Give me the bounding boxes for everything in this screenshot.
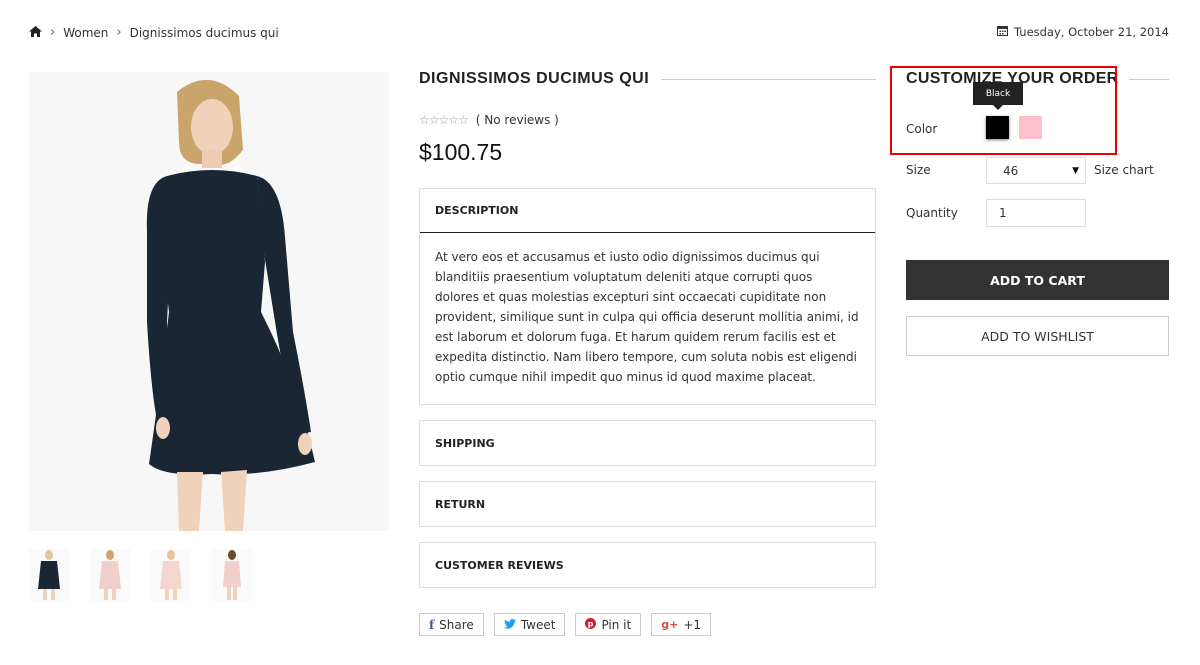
product-title: DIGNISSIMOS DUCIMUS QUI (419, 70, 650, 87)
thumbnail-pink-dress[interactable] (151, 549, 191, 601)
pinterest-icon: p (585, 617, 597, 632)
pin-button[interactable]: p Pin it (575, 613, 642, 636)
color-label: Color (906, 122, 938, 136)
home-icon[interactable] (29, 25, 42, 40)
share-label: Share (439, 617, 474, 632)
thumbnail-pink-side[interactable] (212, 549, 252, 601)
return-tab[interactable]: RETURN (420, 482, 875, 526)
thumbnail-black-dress[interactable] (29, 549, 69, 601)
customize-header: CUSTOMIZE YOUR ORDER (906, 70, 1169, 88)
description-text: At vero eos et accusamus et iusto odio d… (435, 250, 859, 384)
google-plus-button[interactable]: g+ +1 (651, 613, 712, 636)
description-panel: DESCRIPTION At vero eos et accusamus et … (419, 188, 876, 405)
quantity-label: Quantity (906, 206, 958, 220)
calendar-icon (997, 25, 1008, 39)
date-display: Tuesday, October 21, 2014 (997, 25, 1169, 39)
color-tooltip: Black (973, 82, 1023, 110)
add-to-cart-button[interactable]: ADD TO CART (906, 260, 1169, 300)
share-button[interactable]: f Share (419, 613, 484, 636)
date-text: Tuesday, October 21, 2014 (1014, 25, 1169, 39)
title-divider (661, 78, 876, 80)
quantity-input[interactable]: 1 (986, 199, 1086, 227)
color-swatch-black[interactable] (986, 116, 1009, 139)
social-share-bar: f Share Tweet p Pin it g+ +1 (419, 613, 712, 636)
description-tab[interactable]: DESCRIPTION (420, 189, 875, 233)
caret-down-icon: ▼ (1072, 165, 1079, 176)
chevron-right-icon: › (50, 25, 56, 40)
pin-label: Pin it (601, 617, 632, 632)
product-price: $100.75 (419, 139, 503, 165)
reviews-link[interactable]: ( No reviews ) (476, 113, 559, 127)
size-chart-link[interactable]: Size chart (1094, 163, 1154, 177)
size-label: Size (906, 163, 931, 177)
facebook-icon: f (429, 617, 435, 632)
product-title-row: DIGNISSIMOS DUCIMUS QUI (419, 70, 876, 88)
tweet-button[interactable]: Tweet (493, 613, 566, 636)
customize-divider (1128, 78, 1169, 80)
chevron-right-icon: › (116, 25, 122, 40)
google-plus-icon: g+ (661, 618, 679, 631)
shipping-tab[interactable]: SHIPPING (420, 421, 875, 465)
shipping-panel: SHIPPING (419, 420, 876, 466)
rating: ☆☆☆☆☆ ( No reviews ) (419, 113, 559, 127)
product-main-image[interactable] (29, 72, 389, 531)
svg-text:p: p (588, 619, 594, 628)
plus-one-label: +1 (683, 617, 702, 632)
breadcrumb-current: Dignissimos ducimus qui (129, 25, 279, 40)
twitter-icon (503, 618, 516, 632)
color-swatch-pink[interactable] (1019, 116, 1042, 139)
return-panel: RETURN (419, 481, 876, 527)
customer-reviews-panel: CUSTOMER REVIEWS (419, 542, 876, 588)
star-icon: ☆☆☆☆☆ (419, 113, 469, 127)
size-value: 46 (1003, 163, 1019, 178)
customer-reviews-tab[interactable]: CUSTOMER REVIEWS (420, 543, 875, 587)
breadcrumb: › Women › Dignissimos ducimus qui (29, 25, 279, 40)
breadcrumb-women-link[interactable]: Women (63, 26, 108, 40)
tweet-label: Tweet (520, 617, 556, 632)
size-select[interactable]: 46 ▼ (986, 157, 1086, 184)
thumbnail-strip (29, 549, 252, 601)
add-to-wishlist-button[interactable]: ADD TO WISHLIST (906, 316, 1169, 356)
thumbnail-pink-back[interactable] (90, 549, 130, 601)
